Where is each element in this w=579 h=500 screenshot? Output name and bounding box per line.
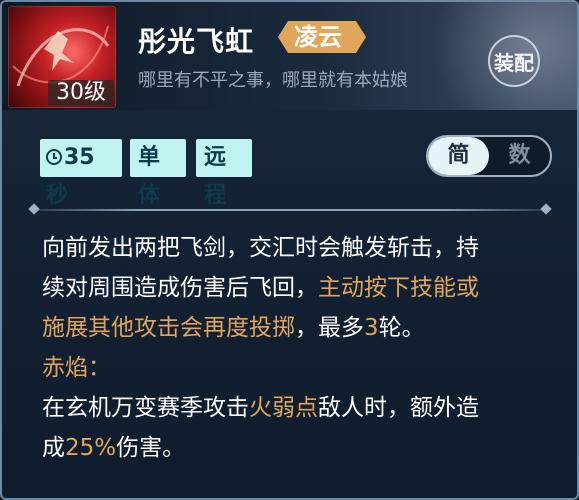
desc-line-3: 施展其他攻击会再度投掷，最多3轮。: [42, 315, 425, 341]
skill-detail-panel: 30级 彤光飞虹 凌云 哪里有不平之事，哪里就有本姑娘 装配 35秒 单体 远程…: [0, 0, 579, 500]
desc-line-2: 续对周围造成伤害后飞回，主动按下技能或: [42, 275, 479, 301]
skill-tag: 凌云: [278, 21, 366, 53]
clock-icon: [46, 149, 62, 165]
toggle-numeric[interactable]: 数: [489, 137, 550, 175]
divider-ornament-right: [540, 203, 552, 215]
desc-subheading: 赤焰：: [42, 355, 111, 381]
toggle-simple[interactable]: 简: [428, 137, 489, 175]
target-chip: 单体: [130, 139, 186, 208]
desc-line-1: 向前发出两把飞剑，交汇时会触发斩击，持: [42, 235, 479, 261]
detail-mode-toggle[interactable]: 简 数: [426, 135, 552, 177]
skill-header: 30级 彤光飞虹 凌云 哪里有不平之事，哪里就有本姑娘 装配: [2, 2, 577, 110]
range-chip: 远程: [196, 139, 252, 208]
cooldown-chip: 35秒: [40, 139, 122, 208]
desc-line-5: 在玄机万变赛季攻击火弱点敌人时，额外造: [42, 395, 479, 421]
desc-line-6: 成25%伤害。: [42, 435, 186, 461]
skill-name: 彤光飞虹: [138, 25, 255, 58]
skill-icon: 30级: [8, 6, 116, 108]
skill-level-badge: 30级: [48, 80, 114, 106]
section-divider: [34, 209, 548, 211]
skill-description: 向前发出两把飞剑，交汇时会触发斩击，持 续对周围造成伤害后飞回，主动按下技能或 …: [42, 228, 552, 468]
skill-subtitle: 哪里有不平之事，哪里就有本姑娘: [138, 70, 408, 91]
equip-button[interactable]: 装配: [488, 35, 540, 87]
